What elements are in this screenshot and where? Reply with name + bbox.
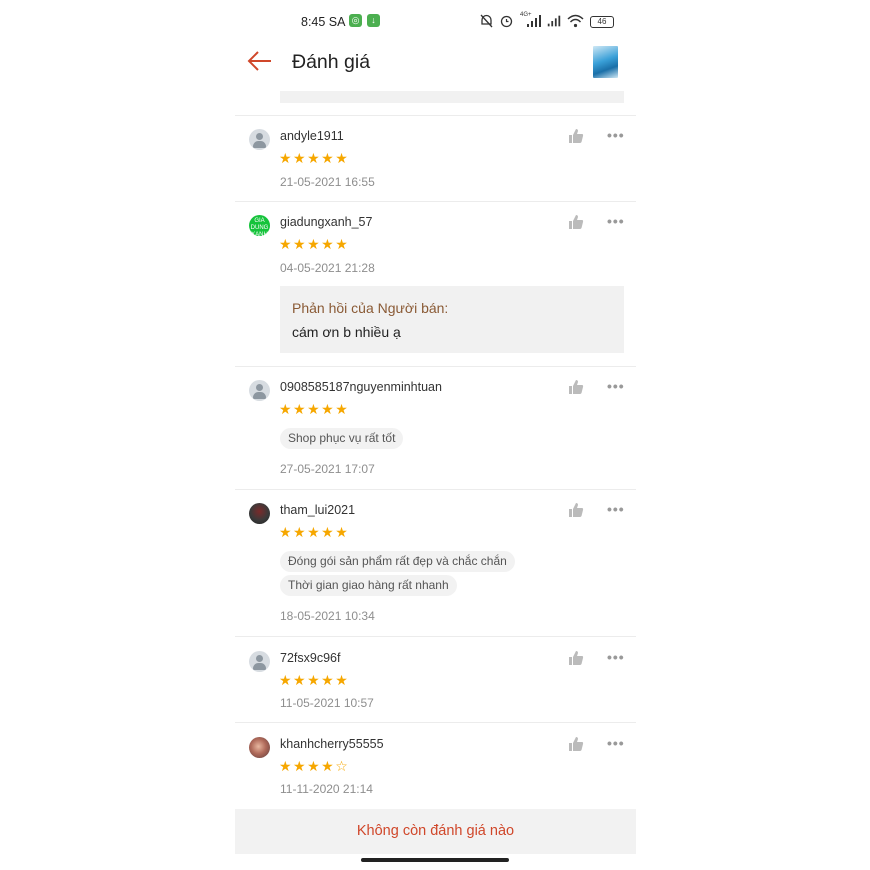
no-more-reviews-footer: Không còn đánh giá nào [235,809,636,854]
review-item: tham_lui2021 ★★★★★ Đóng gói sản phẩm rất… [235,489,636,636]
previous-content-strip [280,91,624,103]
download-notification-icon: ↓ [367,14,380,27]
thumbs-up-icon[interactable] [568,128,584,144]
thumbs-up-icon[interactable] [568,650,584,666]
thumbs-up-icon[interactable] [568,214,584,230]
back-arrow-icon[interactable] [247,48,273,74]
home-indicator[interactable] [361,858,509,862]
more-options-icon[interactable]: ••• [607,649,625,665]
review-tag: Đóng gói sản phẩm rất đẹp và chắc chắn [280,551,515,572]
default-avatar-icon [249,651,270,672]
review-item: GIA DUNG XANH giadungxanh_57 ★★★★★ 04-05… [235,201,636,366]
thumbs-up-icon[interactable] [568,379,584,395]
default-avatar-icon [249,380,270,401]
more-options-icon[interactable]: ••• [607,127,625,143]
app-header: Đánh giá [235,40,636,86]
phone-screen: 8:45 SA ◎ ↓ 4G+ 46 Đánh giá andyle1911 ★… [235,0,636,870]
review-tag: Thời gian giao hàng rất nhanh [280,575,457,596]
shop-avatar: GIA DUNG XANH [249,215,270,236]
avatar-text: GIA DUNG XANH [250,218,269,236]
review-date: 21-05-2021 16:55 [280,175,375,189]
app-notification-icon: ◎ [349,14,362,27]
rating-stars: ★★★★★ [279,401,350,417]
more-options-icon[interactable]: ••• [607,378,625,394]
review-date: 11-11-2020 21:14 [280,782,373,796]
signal-icon-2 [547,15,561,27]
review-date: 04-05-2021 21:28 [280,261,375,275]
reviewer-name: 72fsx9c96f [280,651,341,665]
signal-icon [527,15,541,27]
reviewer-name: tham_lui2021 [280,503,356,517]
review-tag: Shop phục vụ rất tốt [280,428,404,449]
user-avatar [249,737,270,758]
empty-star-icon: ☆ [335,758,350,774]
reviewer-name: giadungxanh_57 [280,215,373,229]
reviewer-name: 0908585187nguyenminhtuan [280,380,442,394]
review-date: 11-05-2021 10:57 [280,696,374,710]
more-options-icon[interactable]: ••• [607,735,625,751]
mute-bell-icon [480,14,493,28]
thumbs-up-icon[interactable] [568,736,584,752]
review-item: khanhcherry55555 ★★★★☆ 11-11-2020 21:14 … [235,722,636,808]
reviewer-name: andyle1911 [280,129,344,143]
status-time: 8:45 SA [301,15,346,29]
more-options-icon[interactable]: ••• [607,501,625,517]
wifi-icon [567,14,584,28]
seller-reply-text: cám ơn b nhiều ạ [292,324,401,340]
rating-stars: ★★★★☆ [279,758,349,775]
review-item: andyle1911 ★★★★★ 21-05-2021 16:55 ••• [235,115,636,201]
review-item: 72fsx9c96f ★★★★★ 11-05-2021 10:57 ••• [235,636,636,722]
default-avatar-icon [249,129,270,150]
rating-stars: ★★★★★ [279,150,350,166]
user-avatar [249,503,270,524]
alarm-icon [500,15,513,28]
battery-icon: 46 [590,16,614,28]
page-title: Đánh giá [292,51,371,73]
review-date: 27-05-2021 17:07 [280,462,375,476]
rating-stars: ★★★★★ [279,524,350,540]
rating-stars: ★★★★★ [279,236,350,252]
rating-stars: ★★★★★ [279,672,350,688]
more-options-icon[interactable]: ••• [607,213,625,229]
review-date: 18-05-2021 10:34 [280,609,375,623]
product-thumbnail[interactable] [593,46,618,78]
seller-reply: Phản hồi của Người bán: cám ơn b nhiều ạ [280,286,624,353]
seller-reply-title: Phản hồi của Người bán: [292,300,449,316]
reviewer-name: khanhcherry55555 [280,737,384,751]
status-bar: 8:45 SA ◎ ↓ 4G+ 46 [235,8,636,34]
filled-stars: ★★★★ [279,758,336,774]
review-item: 0908585187nguyenminhtuan ★★★★★ Shop phục… [235,366,636,489]
thumbs-up-icon[interactable] [568,502,584,518]
